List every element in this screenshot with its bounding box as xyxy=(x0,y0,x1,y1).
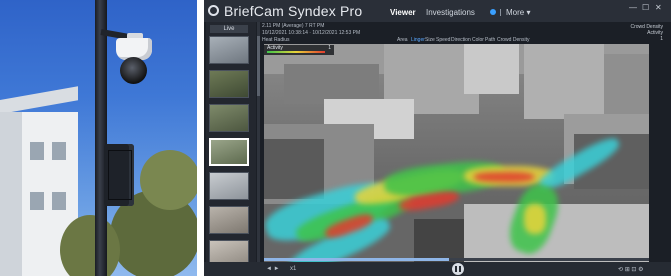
filter-speed[interactable]: Speed xyxy=(436,37,450,43)
filter-label: Heat Radius xyxy=(262,37,290,43)
heatmap-zone xyxy=(524,204,546,234)
filter-linger[interactable]: Linger xyxy=(411,37,425,43)
viewer-info: 2.11 PM (Average) 7 RT PM 10/12/2021 10:… xyxy=(262,22,662,44)
sidebar-header[interactable]: Live xyxy=(210,25,248,33)
video-viewer[interactable] xyxy=(264,44,649,262)
speed-label[interactable]: x1 xyxy=(290,266,296,272)
nav-viewer[interactable]: Viewer xyxy=(390,8,416,17)
nav-more[interactable]: More ▾ xyxy=(506,8,530,17)
pause-button[interactable] xyxy=(452,263,464,275)
street-pole xyxy=(95,0,107,276)
filter-path[interactable]: Path xyxy=(485,37,495,43)
app-title: BriefCam Syndex Pro xyxy=(224,3,363,19)
app-logo-icon xyxy=(208,5,219,16)
overlay-info: Crowd Density Activity 1 xyxy=(630,24,663,42)
minimize-button[interactable]: — xyxy=(629,3,637,12)
camera-pole-photo xyxy=(0,0,197,276)
camera-thumbnail-5[interactable] xyxy=(209,172,249,200)
app-window: BriefCam Syndex Pro Viewer Investigation… xyxy=(204,0,671,276)
camera-dome xyxy=(120,57,147,84)
heatmap-zone xyxy=(474,172,534,182)
camera-thumbnail-3[interactable] xyxy=(209,104,249,132)
timestamp-line: 2.11 PM (Average) 7 RT PM xyxy=(262,23,325,29)
activity-value: 1 xyxy=(328,45,331,51)
view-tools[interactable]: ⟲ ⊞ ⊡ ⚙ xyxy=(618,266,643,273)
timeline-progress xyxy=(264,258,449,261)
activity-gradient-bar xyxy=(267,51,325,53)
overlay-info-line-3: 1 xyxy=(660,36,663,42)
camera-thumbnail-4[interactable] xyxy=(209,138,249,166)
filter-crowd-density[interactable]: Crowd Density xyxy=(497,37,530,43)
camera-thumbnail-1[interactable] xyxy=(209,36,249,64)
scrollbar-thumb[interactable] xyxy=(257,36,260,96)
camera-thumbnail-2[interactable] xyxy=(209,70,249,98)
filter-area[interactable]: Area xyxy=(397,37,408,43)
filter-direction[interactable]: Direction xyxy=(451,37,471,43)
notification-badge xyxy=(490,9,496,15)
title-bar: BriefCam Syndex Pro Viewer Investigation… xyxy=(204,0,671,22)
date-range-line: 10/12/2021 10:38:14 · 10/12/2021 12:53 P… xyxy=(262,30,361,36)
maximize-button[interactable]: ☐ xyxy=(642,3,649,12)
camera-thumbnail-6[interactable] xyxy=(209,206,249,234)
chevron-down-icon: ▾ xyxy=(526,8,531,17)
filter-size[interactable]: Size xyxy=(425,37,435,43)
step-controls[interactable]: ◄ ► xyxy=(266,266,280,272)
nav-investigations[interactable]: Investigations xyxy=(426,8,475,17)
close-button[interactable]: ✕ xyxy=(655,3,662,12)
filter-color[interactable]: Color xyxy=(472,37,484,43)
activity-meter: Activity 1 xyxy=(264,45,334,55)
